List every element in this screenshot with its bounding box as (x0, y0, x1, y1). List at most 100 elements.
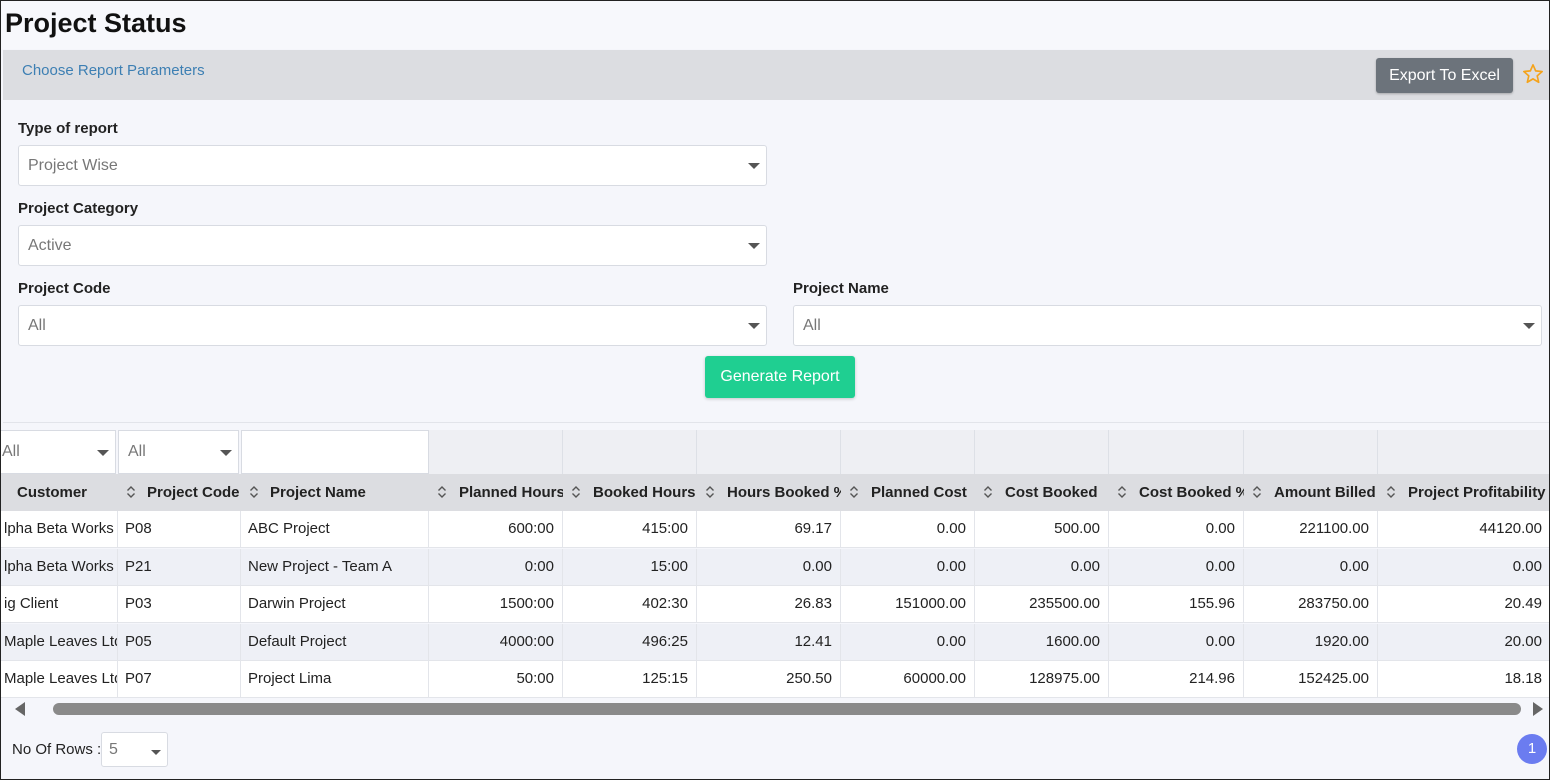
sort-icon[interactable] (1386, 485, 1396, 499)
scrollbar-thumb[interactable] (53, 703, 1521, 715)
chevron-down-icon (748, 163, 760, 169)
sort-icon[interactable] (571, 485, 581, 499)
customer-filter-select[interactable]: All (1, 430, 116, 474)
table-cell: 500.00 (975, 511, 1109, 548)
report-grid: All All Customer Project Code Project Name… (1, 430, 1550, 698)
column-header-label: Hours Booked % (727, 484, 841, 501)
horizontal-scrollbar[interactable] (1, 699, 1549, 719)
column-header[interactable]: Project Code (118, 474, 241, 511)
column-header[interactable]: Booked Hours (563, 474, 697, 511)
rows-per-page-label: No Of Rows : (12, 741, 102, 758)
chevron-down-icon (97, 450, 109, 456)
table-cell: 12.41 (697, 623, 841, 661)
type-of-report-select[interactable]: Project Wise (18, 145, 767, 186)
column-header-label: Project Profitability % (1408, 484, 1550, 501)
table-cell: 0.00 (841, 548, 975, 586)
title-bar: Project Status (1, 1, 1549, 49)
table-row[interactable]: lpha Beta Works P08 ABC Project 600:00 415:0… (1, 511, 1549, 548)
star-outline-icon[interactable] (1522, 63, 1544, 85)
column-header[interactable]: Customer (1, 474, 118, 511)
table-cell: lpha Beta Works (1, 548, 118, 586)
table-cell: 20.49 (1378, 586, 1549, 623)
table-cell: 496:25 (563, 623, 697, 661)
table-cell: Maple Leaves Ltd (1, 661, 118, 698)
project-code-filter-select[interactable]: All (118, 430, 239, 474)
table-row[interactable]: ig Client P03 Darwin Project 1500:00 402:30 2… (1, 586, 1549, 623)
table-cell: P03 (118, 586, 241, 623)
column-header[interactable]: Amount Billed (1244, 474, 1378, 511)
table-row[interactable]: Maple Leaves Ltd P05 Default Project 4000:0… (1, 623, 1549, 661)
table-cell: Project Lima (241, 661, 429, 698)
table-cell: 0.00 (1378, 549, 1549, 586)
column-header-label: Customer (17, 484, 88, 501)
report-parameters-bar: Choose Report Parameters Export To Excel (3, 50, 1549, 100)
export-to-excel-button[interactable]: Export To Excel (1376, 58, 1513, 93)
chevron-down-icon (220, 450, 232, 456)
column-header-label: Cost Booked % (1139, 484, 1244, 501)
sort-icon[interactable] (437, 485, 447, 499)
column-header-label: Booked Hours (593, 484, 696, 501)
project-code-filter-value: All (128, 443, 146, 460)
filter-cell (1378, 430, 1549, 474)
project-name-filter-input[interactable] (241, 430, 429, 474)
scroll-right-arrow-icon[interactable] (1533, 702, 1543, 716)
project-name-label: Project Name (793, 280, 889, 297)
generate-report-button[interactable]: Generate Report (705, 356, 855, 398)
table-cell: P08 (118, 511, 241, 548)
chevron-down-icon (748, 323, 760, 329)
sort-icon[interactable] (983, 485, 993, 499)
column-header[interactable]: Project Profitability % (1378, 474, 1550, 511)
column-header[interactable]: Project Name (241, 474, 429, 511)
sort-icon[interactable] (249, 485, 259, 499)
table-cell: 402:30 (563, 586, 697, 623)
column-header[interactable]: Cost Booked (975, 474, 1109, 511)
table-cell: 4000:00 (429, 623, 563, 661)
column-header-label: Planned Cost (871, 484, 967, 501)
scroll-left-arrow-icon[interactable] (15, 702, 25, 716)
project-code-select[interactable]: All (18, 305, 767, 346)
table-cell: 283750.00 (1244, 586, 1378, 623)
sort-icon[interactable] (849, 485, 859, 499)
table-cell: 0.00 (697, 548, 841, 586)
column-header-label: Planned Hours (459, 484, 563, 501)
table-cell: 15:00 (563, 548, 697, 586)
column-header[interactable]: Hours Booked % (697, 474, 841, 511)
project-name-value: All (803, 317, 821, 334)
customer-filter-value: All (2, 443, 20, 460)
choose-report-parameters-link[interactable]: Choose Report Parameters (22, 62, 205, 79)
page-button-current[interactable]: 1 (1517, 734, 1547, 764)
table-cell: 0.00 (1109, 548, 1244, 586)
table-cell: 20.00 (1378, 624, 1549, 661)
column-header-label: Cost Booked (1005, 484, 1098, 501)
table-cell: P07 (118, 661, 241, 698)
sort-icon[interactable] (1117, 485, 1127, 499)
filter-cell (841, 430, 975, 474)
table-cell: 128975.00 (975, 661, 1109, 698)
project-category-select[interactable]: Active (18, 225, 767, 266)
table-cell: 0.00 (1244, 548, 1378, 586)
table-row[interactable]: lpha Beta Works P21 New Project - Team A 0:… (1, 548, 1549, 586)
table-cell: ig Client (1, 586, 118, 623)
table-cell: lpha Beta Works (1, 511, 118, 548)
chevron-down-icon (1523, 323, 1535, 329)
column-header[interactable]: Cost Booked % (1109, 474, 1244, 511)
project-name-select[interactable]: All (793, 305, 1542, 346)
table-cell: 0.00 (975, 548, 1109, 586)
project-category-label: Project Category (18, 200, 139, 217)
sort-icon[interactable] (126, 485, 136, 499)
column-header[interactable]: Planned Hours (429, 474, 563, 511)
rows-per-page-select[interactable]: 5 (101, 732, 168, 767)
chevron-down-icon (151, 750, 161, 755)
table-row[interactable]: Maple Leaves Ltd P07 Project Lima 50:00 125:… (1, 661, 1549, 698)
table-cell: 1600.00 (975, 623, 1109, 661)
sort-icon[interactable] (1252, 485, 1262, 499)
type-of-report-value: Project Wise (28, 157, 118, 174)
table-cell: New Project - Team A (241, 548, 429, 586)
filter-cell (1244, 430, 1378, 474)
table-cell: 152425.00 (1244, 661, 1378, 698)
table-cell: 18.18 (1378, 661, 1549, 698)
filter-cell (563, 430, 697, 474)
sort-icon[interactable] (705, 485, 715, 499)
column-header[interactable]: Planned Cost (841, 474, 975, 511)
table-cell: 0.00 (1109, 511, 1244, 548)
